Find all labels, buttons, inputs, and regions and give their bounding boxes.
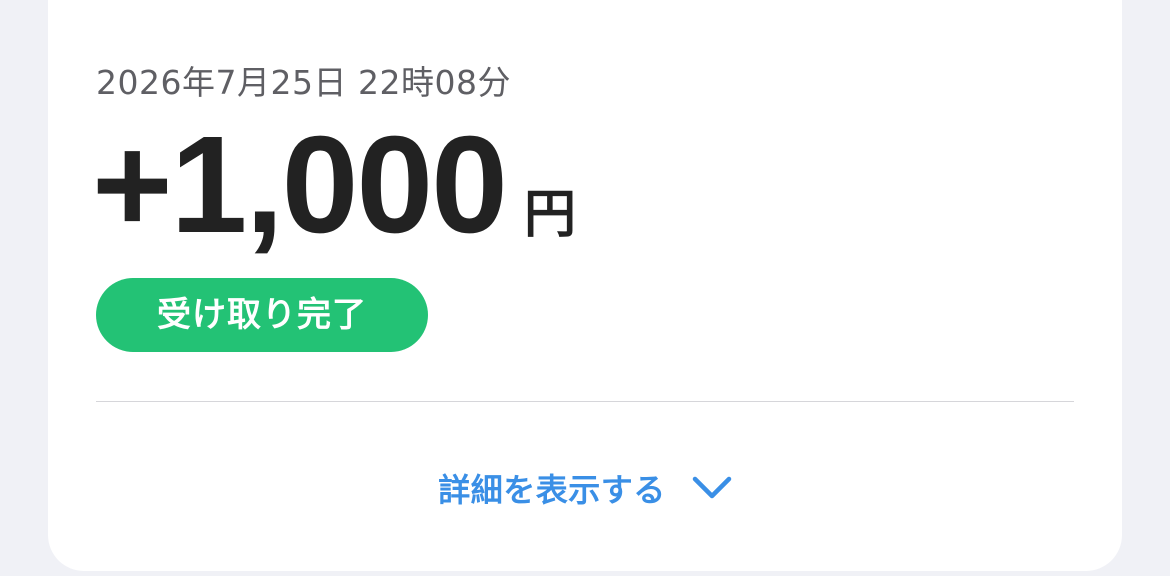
chevron-down-icon — [692, 474, 732, 502]
show-details-button[interactable]: 詳細を表示する — [0, 462, 1170, 514]
divider — [96, 401, 1074, 402]
currency-label: 円 — [523, 185, 576, 245]
transaction-datetime: 2026年7月25日 22時08分 — [96, 63, 511, 102]
amount-row: +1,000 円 — [92, 110, 576, 260]
show-details-label: 詳細を表示する — [438, 471, 666, 509]
transaction-amount: +1,000 — [92, 108, 508, 262]
status-badge: 受け取り完了 — [96, 278, 428, 352]
